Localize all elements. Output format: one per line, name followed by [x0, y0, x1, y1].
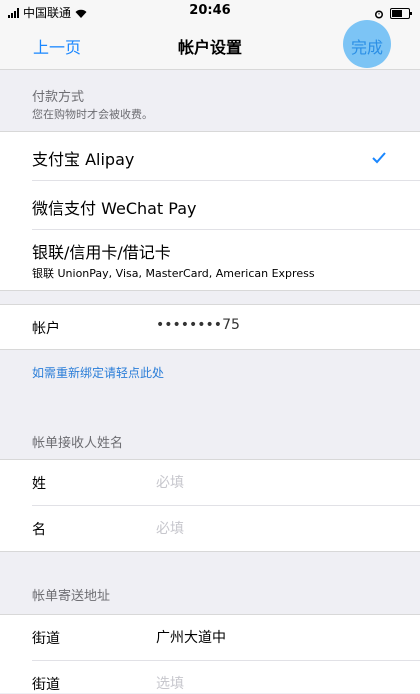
status-right: [374, 4, 412, 23]
payment-section-subheader: 您在购物时才会被收费。: [32, 108, 153, 121]
street1-label: 街道: [32, 631, 60, 647]
street2-label: 街道: [32, 677, 60, 693]
status-bar: 中国联通 20:46: [0, 0, 420, 22]
last-name-input[interactable]: 必填: [156, 472, 184, 492]
account-row: 帐户 ••••••••75: [0, 304, 420, 350]
payment-section-header: 付款方式: [32, 90, 85, 105]
last-name-label: 姓: [32, 476, 46, 492]
first-name-input[interactable]: 必填: [156, 518, 184, 538]
clock: 20:46: [189, 3, 231, 18]
payment-option-detail: 银联 UnionPay, Visa, MasterCard, American …: [32, 267, 315, 280]
account-value: ••••••••75: [156, 317, 240, 333]
billing-address-list: 街道 广州大道中 街道 选填: [0, 614, 420, 693]
done-button[interactable]: 完成: [343, 34, 391, 58]
billing-name-section-header: 帐单接收人姓名: [32, 436, 124, 451]
checkmark-icon: [372, 149, 386, 168]
payment-option-label: 银联/信用卡/借记卡: [32, 243, 171, 262]
payment-option-wechat[interactable]: 微信支付 WeChat Pay: [0, 181, 420, 229]
payment-options-list: 支付宝 Alipay 微信支付 WeChat Pay 银联/信用卡/借记卡 银联…: [0, 131, 420, 291]
payment-option-label: 支付宝 Alipay: [32, 150, 135, 169]
payment-option-alipay[interactable]: 支付宝 Alipay: [0, 131, 420, 181]
billing-address-section-header: 帐单寄送地址: [32, 589, 111, 604]
street2-input[interactable]: 选填: [156, 673, 184, 693]
payment-option-label: 微信支付 WeChat Pay: [32, 199, 197, 218]
rebind-account-link[interactable]: 如需重新绑定请轻点此处: [32, 364, 164, 381]
battery-icon: [390, 8, 412, 19]
first-name-label: 名: [32, 522, 46, 538]
alarm-icon: [374, 4, 384, 23]
billing-name-list: 姓 必填 名 必填: [0, 459, 420, 552]
street1-input[interactable]: 广州大道中: [156, 627, 226, 647]
payment-option-unionpay[interactable]: 银联/信用卡/借记卡 银联 UnionPay, Visa, MasterCard…: [0, 230, 420, 291]
account-label: 帐户: [32, 321, 60, 337]
